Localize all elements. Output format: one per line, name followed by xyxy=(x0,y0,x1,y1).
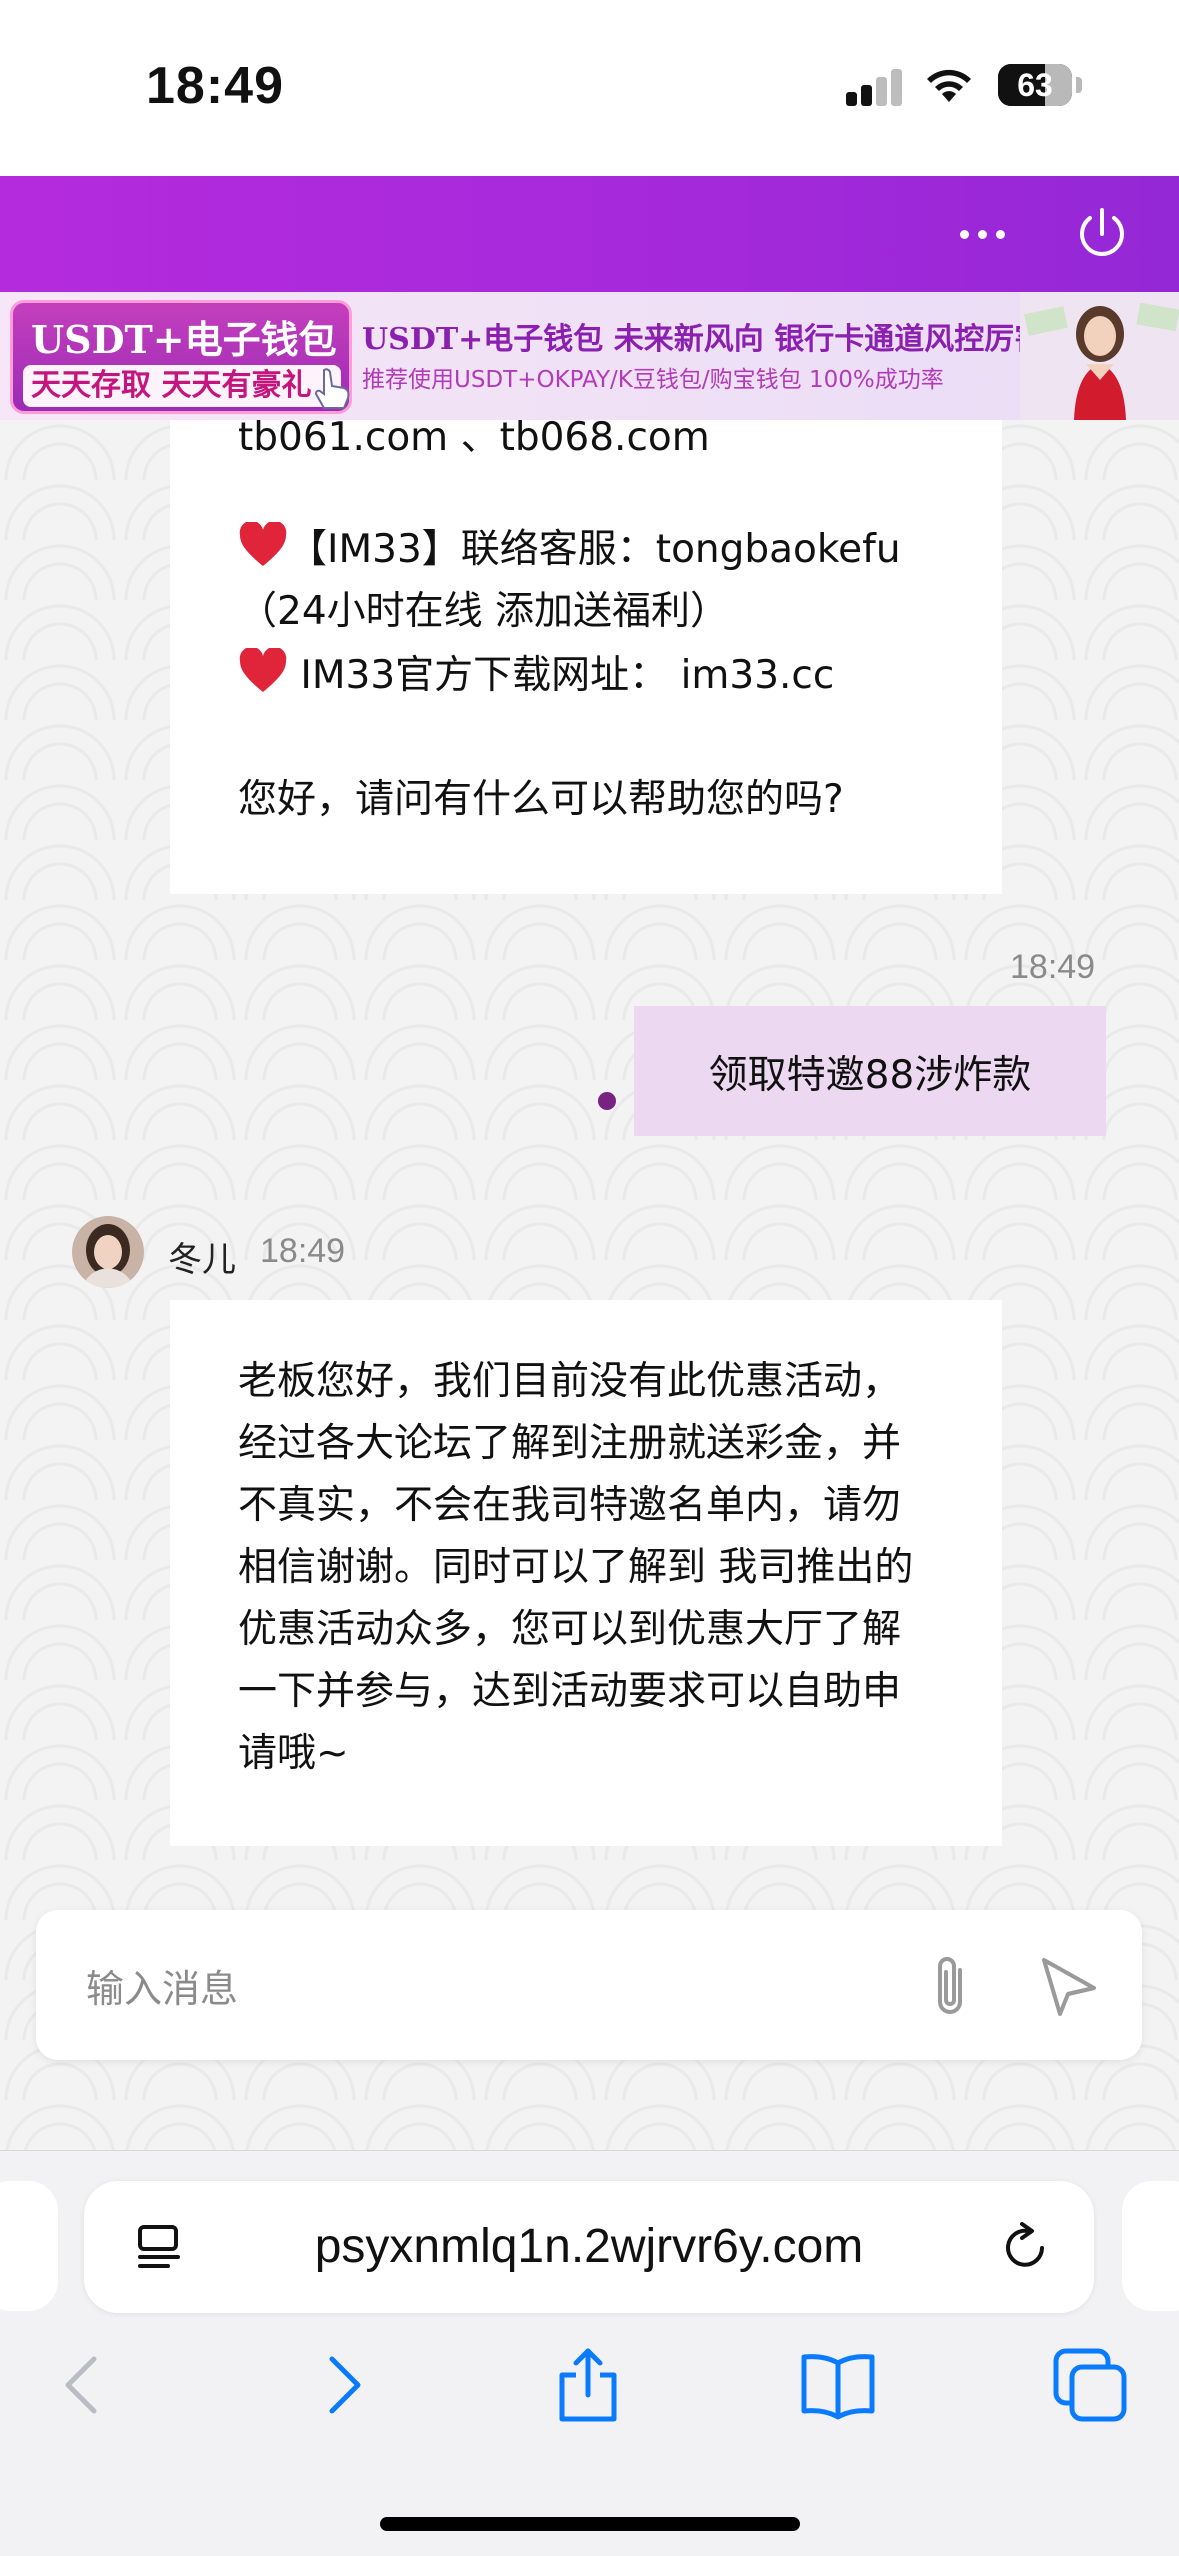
url-text[interactable]: psyxnmlq1n.2wjrvr6y.com xyxy=(84,2219,1094,2274)
home-indicator xyxy=(380,2517,800,2531)
forward-icon[interactable] xyxy=(302,2345,382,2425)
message-line: 一下并参与，达到活动要求可以自助申 xyxy=(238,1669,902,1714)
sender-name: 冬儿 xyxy=(168,1240,236,1280)
message-line: （24小时在线 添加送福利） xyxy=(238,589,730,634)
unread-indicator xyxy=(598,1092,616,1110)
wifi-icon xyxy=(927,69,971,102)
banner-tagline: 推荐使用USDT+OKPAY/K豆钱包/购宝钱包 100%成功率 xyxy=(362,367,944,393)
message-line: IM33官方下载网址： im33.cc xyxy=(238,644,834,700)
paperclip-icon[interactable] xyxy=(922,1950,978,2022)
chat-area[interactable]: tb061.com 、tb068.com 【IM33】联络客服：tongbaok… xyxy=(0,420,1179,2150)
banner-headline: USDT+电子钱包 未来新风向 银行卡通道风控厉害 xyxy=(362,322,1045,357)
app-header xyxy=(0,176,1179,292)
battery-level: 63 xyxy=(1017,67,1053,103)
share-icon[interactable] xyxy=(548,2345,628,2425)
status-time: 18:49 xyxy=(146,57,284,115)
next-tab-preview[interactable] xyxy=(1122,2181,1179,2311)
send-icon[interactable] xyxy=(1036,1954,1102,2018)
banner-badge-title: USDT+电子钱包 xyxy=(31,317,337,362)
sender-time: 18:49 xyxy=(260,1232,346,1270)
message-line: 相信谢谢。同时可以了解到 我司推出的 xyxy=(238,1545,914,1590)
banner-badge-subtitle: 天天存取 天天有豪礼 xyxy=(23,365,341,407)
ad-banner[interactable]: USDT+电子钱包 天天存取 天天有豪礼 USDT+电子钱包 未来新风向 银行卡… xyxy=(0,292,1179,420)
battery-icon: 63 xyxy=(998,64,1072,106)
banner-badge: USDT+电子钱包 天天存取 天天有豪礼 xyxy=(10,300,352,414)
cellular-signal-icon xyxy=(846,68,904,106)
message-line: 请哦~ xyxy=(238,1731,349,1776)
message-line: 您好，请问有什么可以帮助您的吗? xyxy=(238,777,844,822)
browser-toolbar: psyxnmlq1n.2wjrvr6y.com xyxy=(0,2150,1179,2556)
message-line: 【IM33】联络客服：tongbaokefu xyxy=(238,518,901,574)
more-icon[interactable] xyxy=(950,206,1014,262)
message-line: 不真实，不会在我司特邀名单内，请勿 xyxy=(238,1483,902,1528)
incoming-message-bubble: tb061.com 、tb068.com 【IM33】联络客服：tongbaok… xyxy=(170,420,1002,894)
message-line: 优惠活动众多，您可以到优惠大厅了解 xyxy=(238,1607,902,1652)
battery-cap xyxy=(1076,77,1082,93)
outgoing-message-time: 18:49 xyxy=(1010,948,1096,986)
message-input[interactable]: 输入消息 xyxy=(86,1958,238,2013)
power-icon[interactable] xyxy=(1070,202,1134,266)
pointer-hand-icon xyxy=(314,368,350,409)
message-line: tb061.com 、tb068.com xyxy=(238,420,710,460)
outgoing-message-text: 领取特邀88涉炸款 xyxy=(708,1053,1032,1098)
tabs-icon[interactable] xyxy=(1050,2345,1130,2425)
outgoing-message-bubble: 领取特邀88涉炸款 xyxy=(634,1006,1106,1136)
reload-icon[interactable] xyxy=(998,2221,1052,2275)
status-bar: 18:49 63 xyxy=(0,0,1179,176)
address-bar[interactable]: psyxnmlq1n.2wjrvr6y.com xyxy=(84,2181,1094,2313)
message-input-bar[interactable]: 输入消息 xyxy=(36,1910,1142,2060)
bookmarks-icon[interactable] xyxy=(798,2345,878,2425)
message-line: 经过各大论坛了解到注册就送彩金，并 xyxy=(238,1421,902,1466)
back-icon[interactable] xyxy=(46,2345,126,2425)
heart-icon xyxy=(239,648,287,692)
previous-tab-preview[interactable] xyxy=(0,2181,58,2311)
heart-icon xyxy=(239,522,287,566)
message-line: 老板您好，我们目前没有此优惠活动， xyxy=(238,1359,902,1404)
avatar[interactable] xyxy=(72,1216,144,1288)
model-photo xyxy=(1020,292,1179,420)
incoming-message-bubble: 老板您好，我们目前没有此优惠活动， 经过各大论坛了解到注册就送彩金，并 不真实，… xyxy=(170,1300,1002,1846)
